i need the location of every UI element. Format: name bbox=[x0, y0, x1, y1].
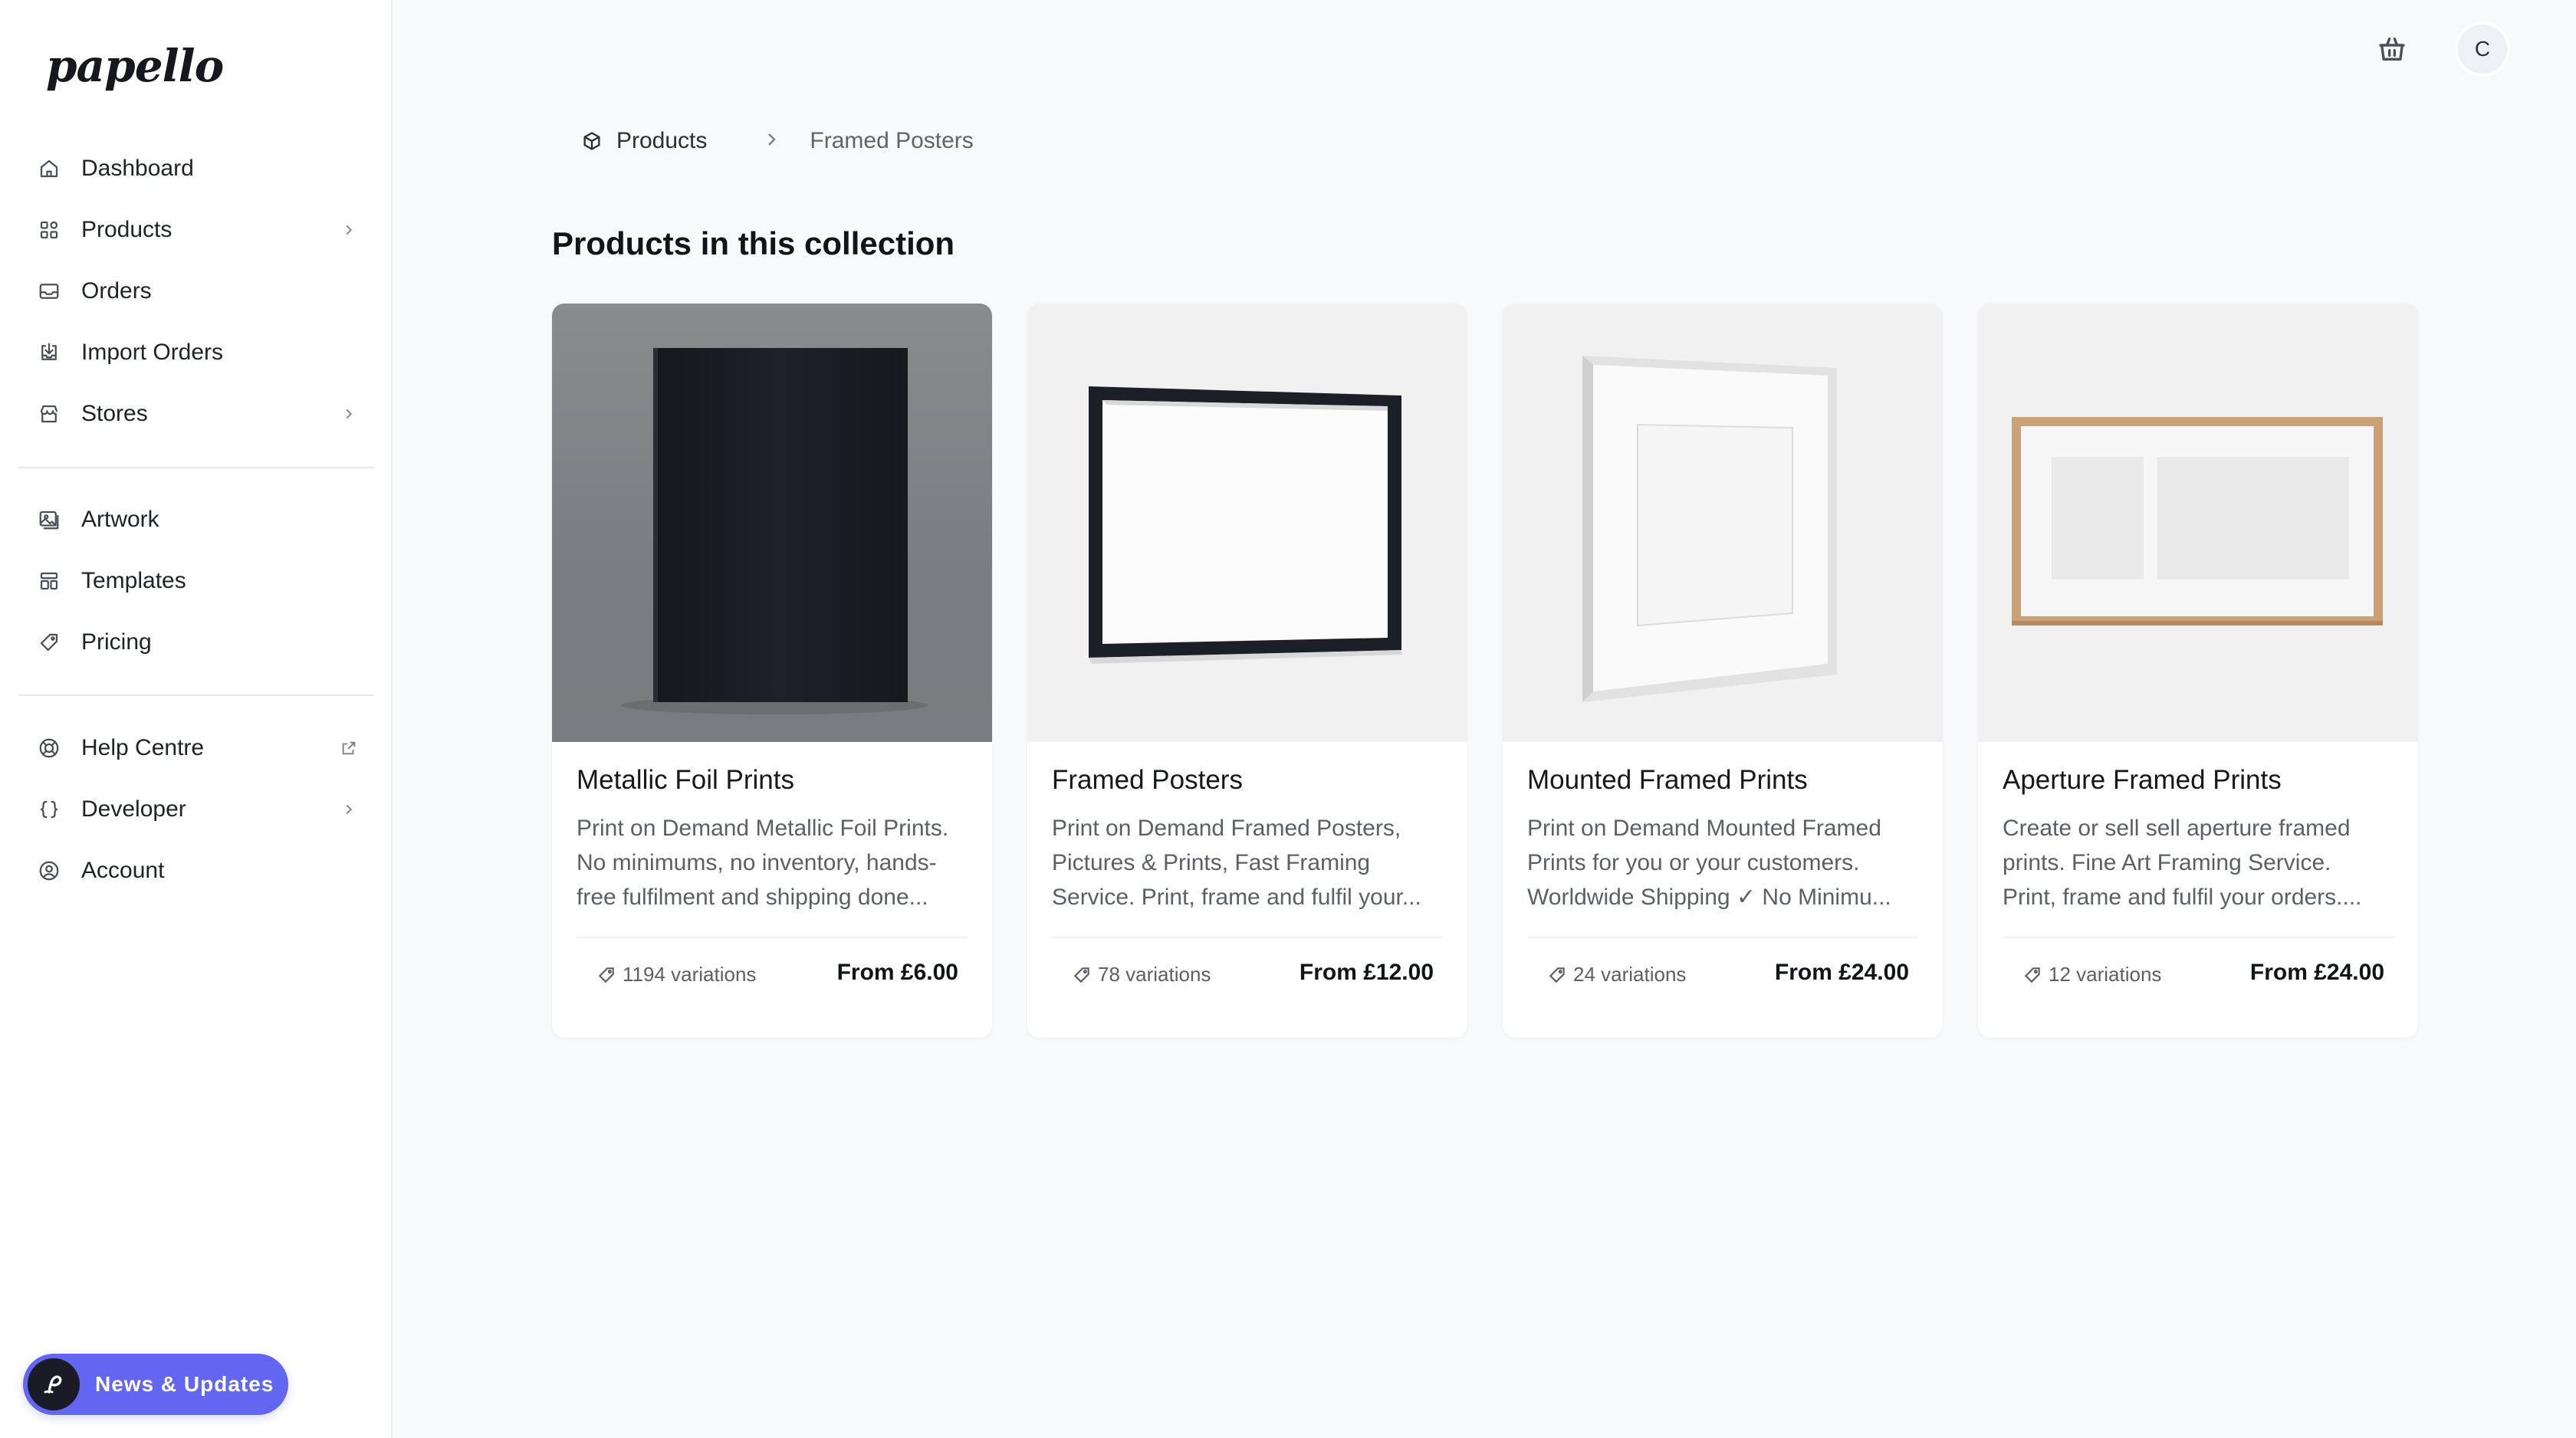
sidebar-item-label: Dashboard bbox=[81, 156, 194, 181]
inbox-icon bbox=[37, 279, 61, 304]
sidebar-item-developer[interactable]: Developer bbox=[18, 779, 374, 840]
product-description: Print on Demand Metallic Foil Prints. No… bbox=[577, 816, 949, 910]
card-divider bbox=[2003, 937, 2394, 938]
chevron-right-icon bbox=[340, 801, 357, 818]
product-title: Mounted Framed Prints bbox=[1527, 765, 1808, 795]
grid-icon bbox=[37, 218, 61, 242]
page-title: Products in this collection bbox=[552, 225, 955, 261]
product-card[interactable]: Framed Posters Print on Demand Framed Po… bbox=[1027, 304, 1467, 1038]
variations-count: 24 variations bbox=[1547, 963, 1686, 987]
import-icon bbox=[37, 340, 61, 365]
product-price: From £24.00 bbox=[2249, 960, 2384, 985]
sidebar-item-label: Stores bbox=[81, 401, 148, 426]
sidebar-item-label: Pricing bbox=[81, 629, 152, 655]
sidebar-item-label: Developer bbox=[81, 796, 186, 822]
product-description: Print on Demand Framed Posters, Pictures… bbox=[1052, 816, 1421, 910]
tag-icon bbox=[2024, 967, 2040, 983]
sidebar-item-label: Account bbox=[81, 858, 165, 883]
product-image bbox=[1978, 304, 2418, 742]
sidebar-item-label: Help Centre bbox=[81, 735, 205, 760]
breadcrumb-label: Products bbox=[616, 128, 708, 153]
product-image bbox=[1503, 304, 1943, 742]
secondary-nav: Artwork Templates Pricing bbox=[18, 489, 374, 673]
product-card[interactable]: Metallic Foil Prints Print on Demand Met… bbox=[552, 304, 992, 1038]
primary-nav: Dashboard Products Orders Import Orders … bbox=[18, 138, 374, 445]
sidebar-item-label: Import Orders bbox=[81, 340, 224, 365]
sidebar-item-dashboard[interactable]: Dashboard bbox=[18, 138, 374, 199]
template-icon bbox=[37, 569, 61, 593]
product-description: Create or sell sell aperture framed prin… bbox=[2003, 816, 2362, 910]
home-icon bbox=[37, 156, 61, 181]
sidebar-item-account[interactable]: Account bbox=[18, 840, 374, 901]
breadcrumb-label: Framed Posters bbox=[810, 128, 974, 153]
lifebuoy-icon bbox=[37, 736, 61, 760]
breadcrumb: Products Framed Posters bbox=[581, 126, 974, 156]
breadcrumb-current: Framed Posters bbox=[810, 128, 973, 154]
chevron-right-icon bbox=[340, 222, 357, 238]
product-image bbox=[1027, 304, 1467, 742]
tag-icon bbox=[1549, 967, 1565, 983]
tag-icon bbox=[598, 967, 614, 983]
sidebar-item-label: Orders bbox=[81, 278, 152, 304]
product-price: From £12.00 bbox=[1299, 960, 1434, 985]
store-icon bbox=[37, 402, 61, 426]
news-and-updates-button[interactable]: News & Updates bbox=[23, 1354, 288, 1415]
sidebar: papello Dashboard Products Orders Import… bbox=[0, 0, 393, 1438]
product-description: Print on Demand Mounted Framed Prints fo… bbox=[1527, 816, 1891, 910]
user-avatar[interactable]: C bbox=[2455, 21, 2510, 77]
sidebar-item-products[interactable]: Products bbox=[18, 199, 374, 261]
card-divider bbox=[1052, 937, 1443, 938]
tag-icon bbox=[37, 630, 61, 655]
external-link-icon bbox=[340, 740, 357, 757]
chevron-right-icon bbox=[762, 130, 780, 153]
product-title: Aperture Framed Prints bbox=[2003, 765, 2282, 795]
sidebar-item-label: Artwork bbox=[81, 507, 159, 532]
braces-icon bbox=[37, 797, 61, 822]
box-icon bbox=[583, 132, 600, 150]
product-image bbox=[552, 304, 992, 742]
variations-count: 12 variations bbox=[2022, 963, 2161, 987]
image-icon bbox=[37, 507, 61, 532]
sidebar-item-label: Templates bbox=[81, 568, 186, 593]
tag-icon bbox=[1073, 967, 1089, 983]
sidebar-item-import-orders[interactable]: Import Orders bbox=[18, 322, 374, 383]
sidebar-item-label: Products bbox=[81, 217, 172, 242]
product-price: From £24.00 bbox=[1774, 960, 1909, 985]
sidebar-item-help-centre[interactable]: Help Centre bbox=[18, 717, 374, 779]
basket-icon bbox=[2379, 38, 2405, 61]
sidebar-item-stores[interactable]: Stores bbox=[18, 383, 374, 445]
card-divider bbox=[577, 937, 968, 938]
user-circle-icon bbox=[37, 859, 61, 883]
product-price: From £6.00 bbox=[836, 960, 958, 985]
sidebar-item-orders[interactable]: Orders bbox=[18, 261, 374, 322]
cart-button[interactable] bbox=[2374, 31, 2410, 67]
news-button-label: News & Updates bbox=[95, 1372, 274, 1396]
tertiary-nav: Help Centre Developer Account bbox=[18, 717, 374, 901]
sidebar-divider bbox=[18, 467, 374, 468]
papello-logo[interactable]: papello bbox=[46, 40, 224, 92]
chevron-right-icon bbox=[340, 405, 357, 422]
product-card[interactable]: Aperture Framed Prints Create or sell se… bbox=[1978, 304, 2418, 1038]
sidebar-item-templates[interactable]: Templates bbox=[18, 550, 374, 612]
news-logo-icon bbox=[28, 1358, 80, 1410]
sidebar-item-pricing[interactable]: Pricing bbox=[18, 612, 374, 673]
product-title: Framed Posters bbox=[1052, 765, 1243, 795]
product-title: Metallic Foil Prints bbox=[577, 765, 794, 795]
product-card[interactable]: Mounted Framed Prints Print on Demand Mo… bbox=[1503, 304, 1943, 1038]
variations-count: 78 variations bbox=[1072, 963, 1211, 987]
sidebar-item-artwork[interactable]: Artwork bbox=[18, 489, 374, 550]
variations-count: 1194 variations bbox=[596, 963, 756, 987]
breadcrumb-products[interactable]: Products bbox=[581, 128, 707, 154]
card-divider bbox=[1527, 937, 1918, 938]
sidebar-divider bbox=[18, 694, 374, 696]
